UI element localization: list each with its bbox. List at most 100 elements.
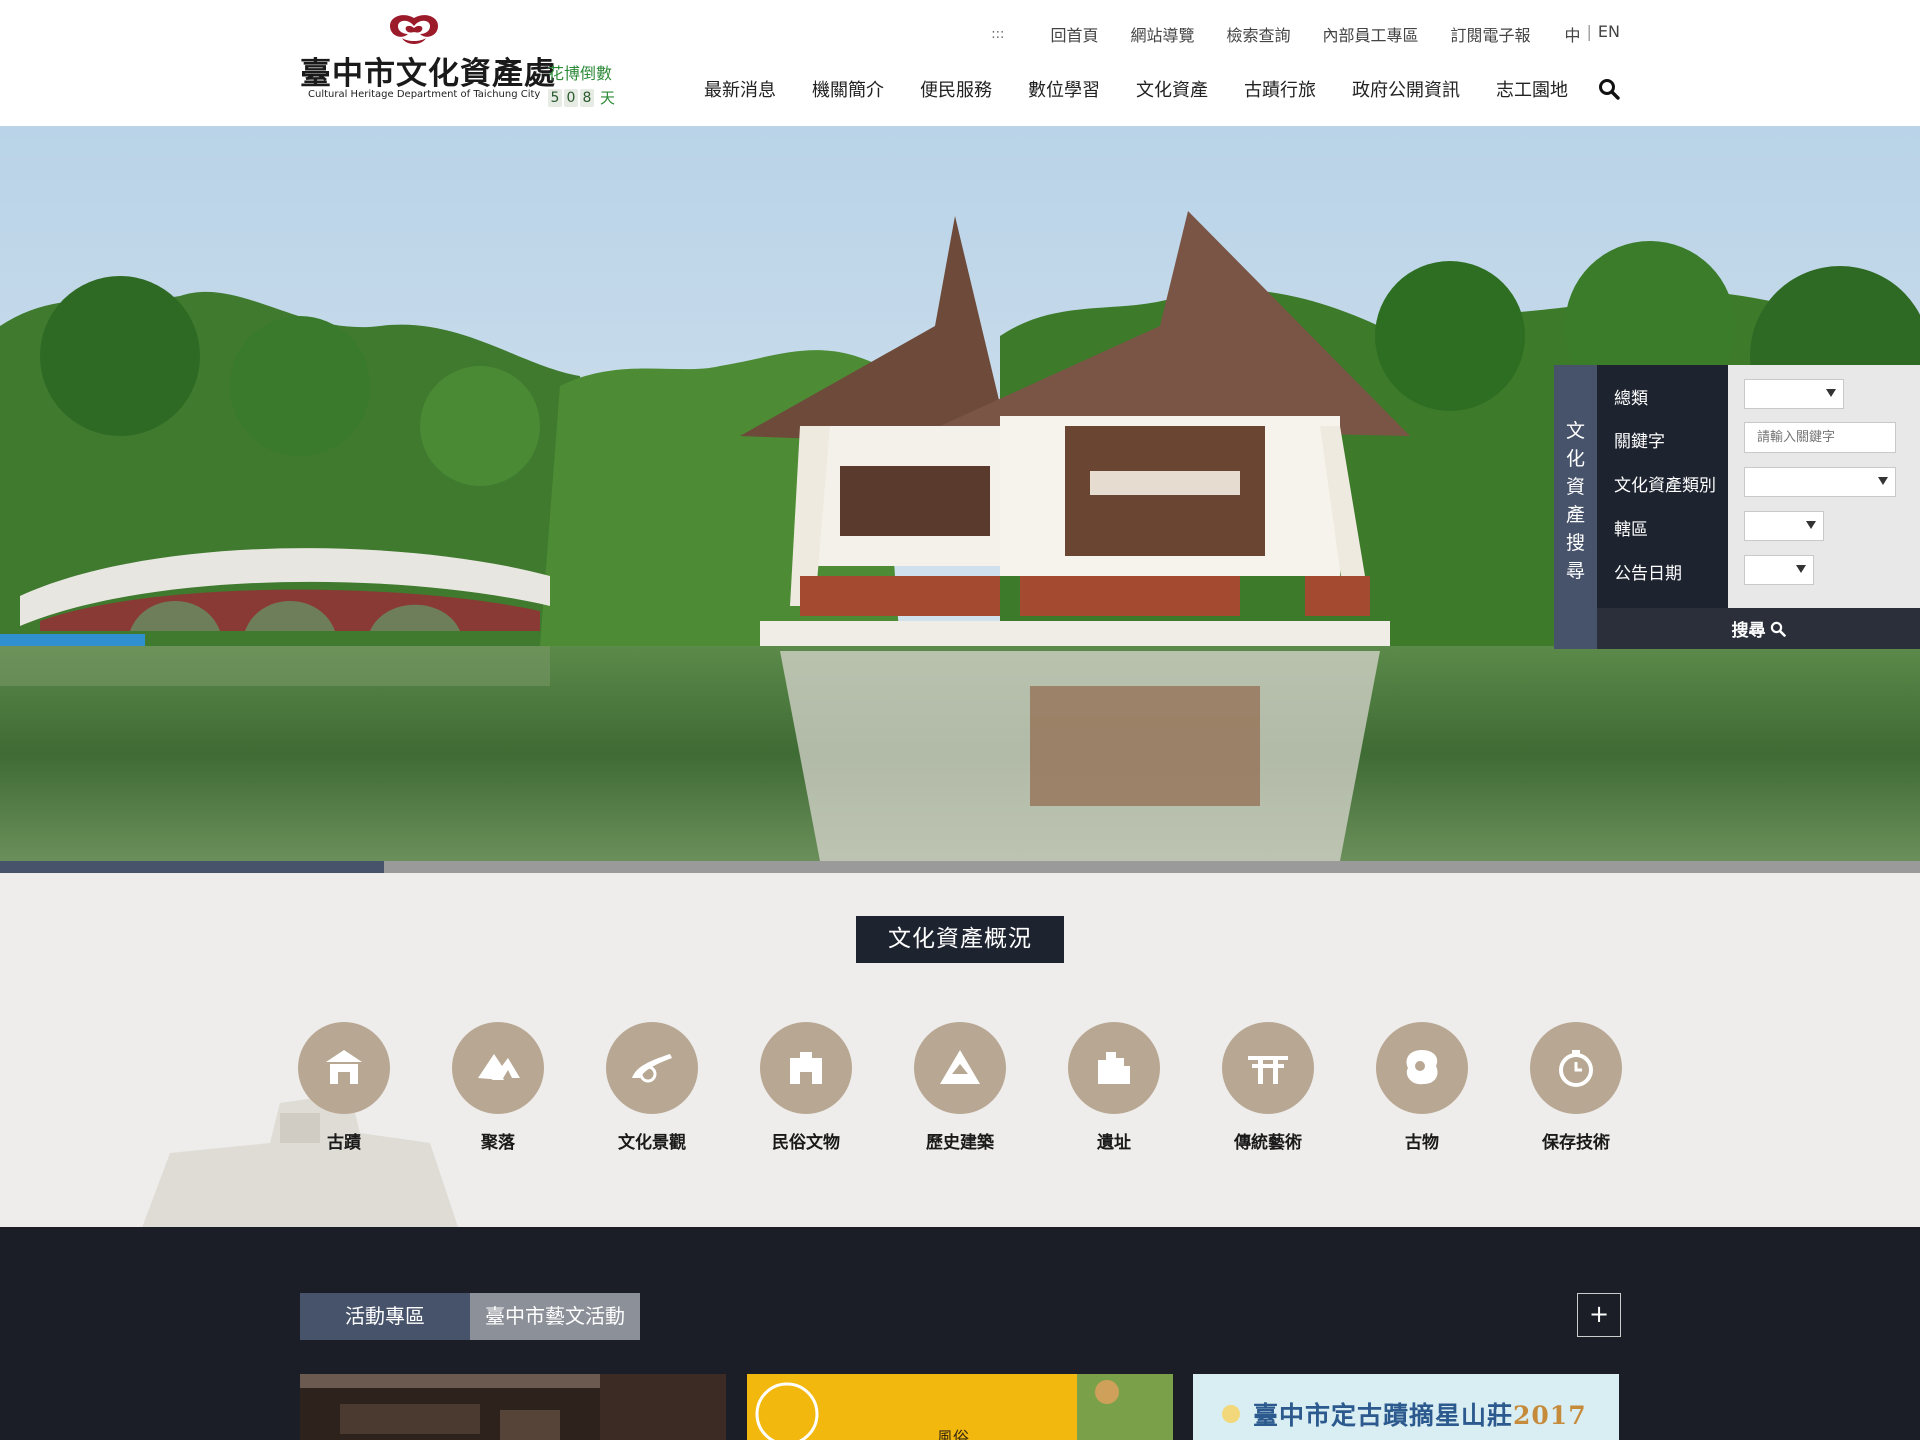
district-select[interactable] <box>1744 511 1824 541</box>
util-link-search[interactable]: 檢索查詢 <box>1226 22 1290 46</box>
category-label: 文化景觀 <box>618 1133 686 1153</box>
logo-subtitle: Cultural Heritage Department of Taichung… <box>308 89 541 100</box>
countdown-label: 花博倒數 <box>548 64 613 83</box>
nav-item-elearning[interactable]: 數位學習 <box>1028 76 1100 102</box>
slider-progress-track <box>0 861 1920 873</box>
search-fields <box>1728 365 1920 608</box>
category-antiquity[interactable]: 古物 <box>1362 1022 1482 1153</box>
nav-item-services[interactable]: 便民服務 <box>920 76 992 102</box>
activity-card[interactable]: 臺中市定古蹟摘星山莊2017 <box>1193 1374 1619 1440</box>
label-keyword: 關鍵字 <box>1614 432 1665 452</box>
label-heritage-type: 文化資產類別 <box>1614 476 1716 496</box>
lang-separator: | <box>1586 22 1592 41</box>
expo-countdown: 花博倒數 5 0 8 天 <box>548 60 618 108</box>
search-tab-char: 文 <box>1565 420 1585 442</box>
heritage-type-select[interactable] <box>1744 467 1896 497</box>
lang-en-link[interactable]: EN <box>1598 22 1620 46</box>
search-tab-char: 搜 <box>1565 532 1585 554</box>
site-header: 臺中市文化資產處 Cultural Heritage Department of… <box>0 0 1920 126</box>
language-switch: 中 | EN <box>1565 22 1620 46</box>
category-label: 古物 <box>1405 1133 1439 1153</box>
category-label: 歷史建築 <box>926 1133 994 1153</box>
cloud-logo-icon <box>390 15 438 44</box>
category-settlement[interactable]: 聚落 <box>438 1022 558 1153</box>
chevron-down-icon <box>1878 477 1888 485</box>
category-archaeological-site[interactable]: 遺址 <box>1054 1022 1174 1153</box>
activity-card-title-text: 臺中市定古蹟摘星山莊 <box>1253 1401 1514 1430</box>
search-tab-char: 產 <box>1565 504 1585 526</box>
heritage-overview-section: 文化資產概況 古蹟 聚落 文化景觀 民俗文物 歷史建築 遺址 傳統藝術 古物 保… <box>0 873 1920 1227</box>
category-select[interactable] <box>1744 379 1844 409</box>
logo-title: 臺中市文化資產處 <box>300 56 556 92</box>
chevron-down-icon <box>1826 389 1836 397</box>
category-label: 傳統藝術 <box>1234 1133 1302 1153</box>
category-label: 遺址 <box>1097 1133 1131 1153</box>
tab-activities[interactable]: 活動專區 <box>300 1293 470 1340</box>
site-logo[interactable]: 臺中市文化資產處 Cultural Heritage Department of… <box>300 12 620 108</box>
countdown-digit: 8 <box>580 88 594 107</box>
landscape-icon <box>606 1022 698 1114</box>
countdown-digit: 5 <box>548 88 562 107</box>
util-link-staff[interactable]: 內部員工專區 <box>1322 22 1418 46</box>
traditional-art-icon <box>1222 1022 1314 1114</box>
search-field-labels: 總類 關鍵字 文化資產類別 轄區 公告日期 <box>1597 365 1728 608</box>
archaeological-site-icon <box>1068 1022 1160 1114</box>
activity-card[interactable] <box>300 1374 726 1440</box>
main-nav: 最新消息 機關簡介 便民服務 數位學習 文化資產 古蹟行旅 政府公開資訊 志工園… <box>704 76 1620 102</box>
nav-item-about[interactable]: 機關簡介 <box>812 76 884 102</box>
accessibility-anchor[interactable]: ::: <box>991 27 1004 42</box>
chevron-down-icon <box>1806 521 1816 529</box>
category-label: 聚落 <box>481 1133 515 1153</box>
nav-item-volunteers[interactable]: 志工園地 <box>1496 76 1568 102</box>
search-icon <box>1770 621 1786 637</box>
tab-taichung-arts-events[interactable]: 臺中市藝文活動 <box>470 1293 640 1340</box>
slider-progress-fill <box>0 861 384 873</box>
search-panel-tab[interactable]: 文 化 資 產 搜 尋 <box>1554 365 1597 649</box>
activity-card-title: 臺中市定古蹟摘星山莊2017 <box>1253 1396 1587 1432</box>
nav-item-heritage[interactable]: 文化資產 <box>1136 76 1208 102</box>
category-label: 保存技術 <box>1542 1133 1610 1153</box>
nav-item-gov-info[interactable]: 政府公開資訊 <box>1352 76 1460 102</box>
category-preservation-technique[interactable]: 保存技術 <box>1516 1022 1636 1153</box>
category-label: 古蹟 <box>327 1133 361 1153</box>
activity-card[interactable]: 風俗 <box>747 1374 1173 1440</box>
lang-zh-link[interactable]: 中 <box>1565 22 1581 46</box>
heritage-search-panel: 文 化 資 產 搜 尋 總類 關鍵字 文化資產類別 轄區 公告日期 搜尋 <box>1554 365 1920 649</box>
search-tab-char: 化 <box>1565 448 1585 470</box>
announce-date-select[interactable] <box>1744 555 1814 585</box>
util-link-sitemap[interactable]: 網站導覽 <box>1130 22 1194 46</box>
countdown-digit: 0 <box>564 88 578 107</box>
activities-section: 活動專區 臺中市藝文活動 + 風俗 臺中市定古蹟摘星山莊2017 <box>0 1227 1920 1440</box>
label-category: 總類 <box>1614 389 1648 409</box>
category-folk-artifact[interactable]: 民俗文物 <box>746 1022 866 1153</box>
category-traditional-art[interactable]: 傳統藝術 <box>1208 1022 1328 1153</box>
folk-artifact-icon <box>760 1022 852 1114</box>
util-link-home[interactable]: 回首頁 <box>1050 22 1098 46</box>
activity-card-title: 風俗 <box>937 1428 970 1440</box>
util-link-newsletter[interactable]: 訂閱電子報 <box>1451 22 1531 46</box>
historic-building-icon <box>914 1022 1006 1114</box>
activity-card-year: 2017 <box>1513 1401 1587 1430</box>
more-activities-button[interactable]: + <box>1577 1293 1621 1337</box>
keyword-input[interactable] <box>1744 422 1896 453</box>
category-label: 民俗文物 <box>772 1133 840 1153</box>
page: 臺中市文化資產處 Cultural Heritage Department of… <box>0 0 1920 1440</box>
category-landscape[interactable]: 文化景觀 <box>592 1022 712 1153</box>
chevron-down-icon <box>1796 565 1806 573</box>
category-historic-building[interactable]: 歷史建築 <box>900 1022 1020 1153</box>
search-button-label: 搜尋 <box>1731 621 1766 641</box>
category-monument[interactable]: 古蹟 <box>284 1022 404 1153</box>
search-tab-char: 尋 <box>1565 560 1585 582</box>
antiquity-icon <box>1376 1022 1468 1114</box>
search-icon[interactable] <box>1598 78 1620 100</box>
overview-title: 文化資產概況 <box>856 916 1064 963</box>
utility-nav: ::: 回首頁 網站導覽 檢索查詢 內部員工專區 訂閱電子報 中 | EN <box>991 22 1620 46</box>
settlement-icon <box>452 1022 544 1114</box>
nav-item-heritage-trips[interactable]: 古蹟行旅 <box>1244 76 1316 102</box>
preservation-technique-icon <box>1530 1022 1622 1114</box>
nav-item-news[interactable]: 最新消息 <box>704 76 776 102</box>
label-district: 轄區 <box>1614 520 1648 540</box>
search-submit-button[interactable]: 搜尋 <box>1597 608 1920 649</box>
monument-icon <box>298 1022 390 1114</box>
label-announce-date: 公告日期 <box>1614 564 1682 584</box>
